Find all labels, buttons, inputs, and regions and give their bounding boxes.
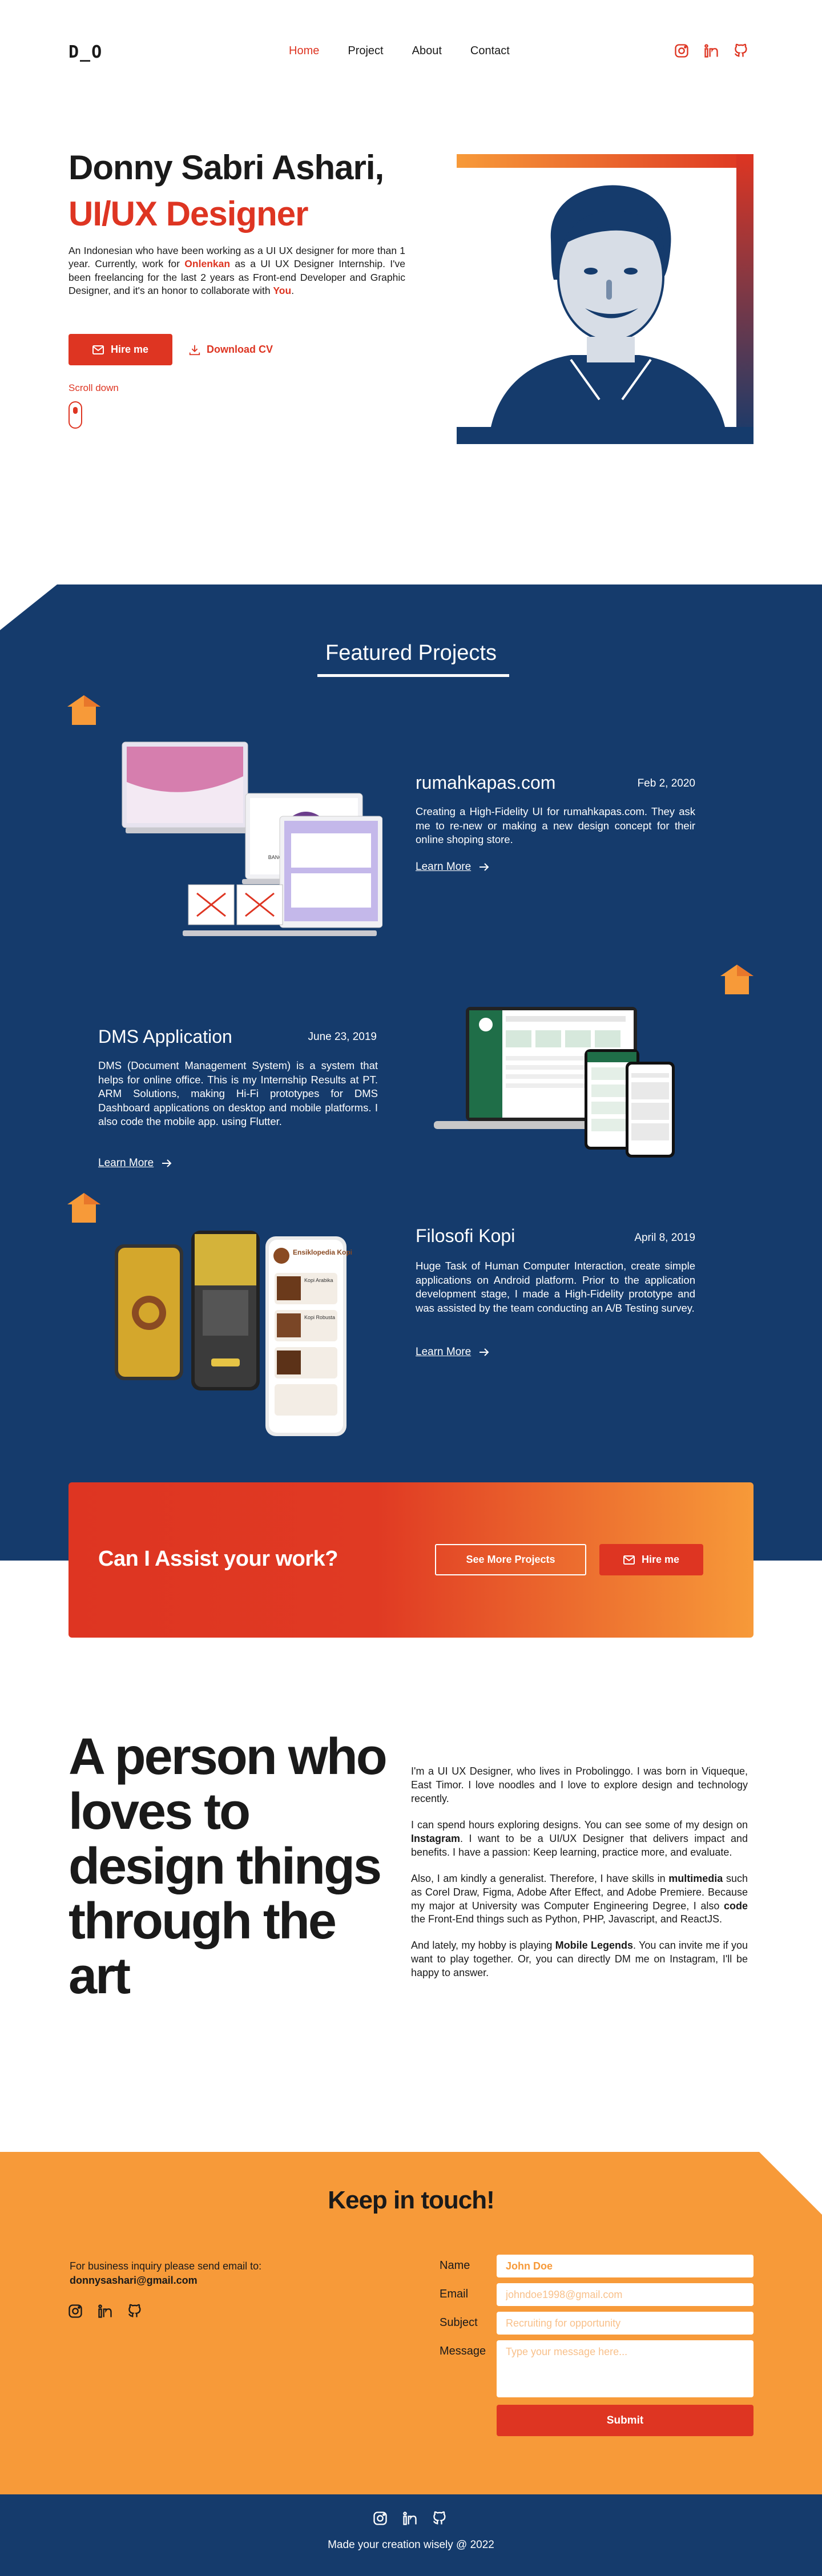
nav-links: Home Project About Contact bbox=[289, 45, 510, 58]
cta-hire-label: Hire me bbox=[641, 1554, 680, 1565]
linkedin-icon[interactable] bbox=[402, 2510, 418, 2526]
instagram-highlight: Instagram bbox=[411, 1832, 461, 1844]
mail-icon bbox=[623, 1555, 635, 1565]
text-span: Also, I am kindly a generalist. Therefor… bbox=[411, 1872, 669, 1884]
inquiry-text: For business inquiry please send email t… bbox=[70, 2260, 262, 2272]
code-highlight: code bbox=[723, 1900, 748, 1912]
filosofi-kopi-mockup: Ensiklopedia Kopi Kopi Arabika Kopi Robu… bbox=[115, 1231, 352, 1436]
hero-desc-part: . bbox=[291, 285, 295, 297]
project-title: rumahkapas.com bbox=[416, 772, 556, 793]
name-field[interactable] bbox=[497, 2255, 754, 2277]
multimedia-highlight: multimedia bbox=[668, 1872, 723, 1884]
heading-underline bbox=[317, 674, 509, 677]
learn-more-label: Learn More bbox=[98, 1157, 154, 1169]
instagram-icon[interactable] bbox=[674, 43, 690, 59]
arrow-right-icon bbox=[480, 1348, 489, 1356]
about-paragraph: Also, I am kindly a generalist. Therefor… bbox=[411, 1872, 748, 1927]
nav-link-about[interactable]: About bbox=[412, 45, 442, 58]
about-quote: A person who loves to design things thro… bbox=[68, 1728, 388, 2005]
hire-me-label: Hire me bbox=[110, 344, 149, 355]
text-span: And lately, my hobby is playing bbox=[411, 1940, 555, 1952]
project-date: April 8, 2019 bbox=[634, 1232, 695, 1244]
subject-field[interactable] bbox=[497, 2312, 754, 2335]
about-text: I'm a UI UX Designer, who lives in Probo… bbox=[411, 1765, 748, 1993]
mockup-item: Kopi Arabika bbox=[304, 1277, 333, 1283]
subject-label: Subject bbox=[440, 2316, 478, 2329]
hire-me-button[interactable]: Hire me bbox=[68, 334, 172, 365]
download-cv-label: Download CV bbox=[207, 344, 273, 355]
about-paragraph: I'm a UI UX Designer, who lives in Probo… bbox=[411, 1765, 748, 1804]
decor-house-icon bbox=[67, 1193, 100, 1223]
decor-house-icon bbox=[720, 965, 754, 994]
github-icon[interactable] bbox=[733, 43, 749, 59]
contact-socials bbox=[67, 2303, 143, 2319]
linkedin-icon[interactable] bbox=[703, 43, 719, 59]
project-title: DMS Application bbox=[98, 1026, 232, 1047]
download-cv-button[interactable]: Download CV bbox=[188, 334, 297, 365]
name-label: Name bbox=[440, 2259, 470, 2272]
hero-description: An Indonesian who have been working as a… bbox=[68, 244, 405, 298]
learn-more-label: Learn More bbox=[416, 861, 472, 873]
business-inquiry: For business inquiry please send email t… bbox=[70, 2259, 261, 2288]
mockup-title: Ensiklopedia Kopi bbox=[293, 1248, 352, 1256]
download-icon bbox=[189, 345, 200, 355]
contact-heading: Keep in touch! bbox=[328, 2186, 495, 2214]
nav-link-contact[interactable]: Contact bbox=[470, 45, 510, 58]
scroll-mouse-icon[interactable] bbox=[68, 401, 82, 429]
mockup-item: Kopi Robusta bbox=[304, 1315, 335, 1320]
email-field[interactable] bbox=[497, 2283, 754, 2306]
nav-link-project[interactable]: Project bbox=[348, 45, 383, 58]
learn-more-label: Learn More bbox=[416, 1346, 472, 1358]
nav-link-home[interactable]: Home bbox=[289, 45, 319, 58]
project-date: Feb 2, 2020 bbox=[637, 777, 695, 789]
cta-heading: Can I Assist your work? bbox=[98, 1547, 338, 1571]
email-label: Email bbox=[440, 2288, 469, 2300]
profile-photo bbox=[457, 154, 754, 444]
cta-hire-me-button[interactable]: Hire me bbox=[599, 1544, 703, 1575]
message-field[interactable] bbox=[497, 2340, 754, 2397]
decor-house-icon bbox=[67, 695, 100, 725]
dms-mockup bbox=[434, 1007, 675, 1158]
see-more-projects-button[interactable]: See More Projects bbox=[435, 1544, 586, 1575]
project-title: Filosofi Kopi bbox=[416, 1225, 515, 1246]
project-description: Creating a High-Fidelity UI for rumahkap… bbox=[416, 805, 695, 846]
learn-more-link[interactable]: Learn More bbox=[98, 1157, 172, 1170]
learn-more-link[interactable]: Learn More bbox=[416, 1346, 489, 1358]
footer-text: Made your creation wisely @ 2022 bbox=[328, 2539, 494, 2551]
hero-company: Onlenkan bbox=[184, 258, 231, 270]
text-span: I can spend hours exploring designs. You… bbox=[411, 1819, 748, 1831]
project-date: June 23, 2019 bbox=[308, 1031, 377, 1043]
about-paragraph: And lately, my hobby is playing Mobile L… bbox=[411, 1939, 748, 1980]
github-icon[interactable] bbox=[432, 2510, 448, 2526]
hero-name: Donny Sabri Ashari, bbox=[68, 148, 384, 187]
featured-projects-heading: Featured Projects bbox=[325, 641, 497, 665]
footer-socials bbox=[372, 2510, 448, 2526]
scroll-down-label[interactable]: Scroll down bbox=[68, 382, 119, 394]
arrow-right-icon bbox=[162, 1159, 172, 1167]
project-description: DMS (Document Management System) is a sy… bbox=[98, 1059, 378, 1128]
mobile-legends-highlight: Mobile Legends bbox=[555, 1940, 633, 1952]
message-label: Message bbox=[440, 2345, 486, 2357]
contact-email[interactable]: donnysashari@gmail.com bbox=[70, 2273, 261, 2288]
hero-role: UI/UX Designer bbox=[68, 195, 308, 233]
arrow-right-icon bbox=[480, 863, 489, 871]
site-logo[interactable]: D_O bbox=[68, 42, 103, 62]
instagram-icon[interactable] bbox=[67, 2303, 83, 2319]
linkedin-icon[interactable] bbox=[97, 2303, 113, 2319]
about-paragraph: I can spend hours exploring designs. You… bbox=[411, 1819, 748, 1860]
mail-icon bbox=[92, 345, 104, 354]
top-navbar: D_O Home Project About Contact bbox=[0, 0, 822, 103]
hero-you: You bbox=[273, 285, 292, 297]
submit-button[interactable]: Submit bbox=[497, 2405, 754, 2436]
text-span: . I want to be a UI/UX Designer that del… bbox=[411, 1832, 748, 1858]
rumahkapas-mockup: BANGGAIL.com Hadir Kembali bbox=[122, 741, 382, 936]
text-span: the Front-End things such as Python, PHP… bbox=[411, 1913, 722, 1925]
learn-more-link[interactable]: Learn More bbox=[416, 861, 489, 873]
instagram-icon[interactable] bbox=[372, 2510, 388, 2526]
nav-socials bbox=[674, 43, 749, 59]
github-icon[interactable] bbox=[127, 2303, 143, 2319]
project-description: Huge Task of Human Computer Interaction,… bbox=[416, 1260, 695, 1314]
footer bbox=[0, 2494, 822, 2576]
